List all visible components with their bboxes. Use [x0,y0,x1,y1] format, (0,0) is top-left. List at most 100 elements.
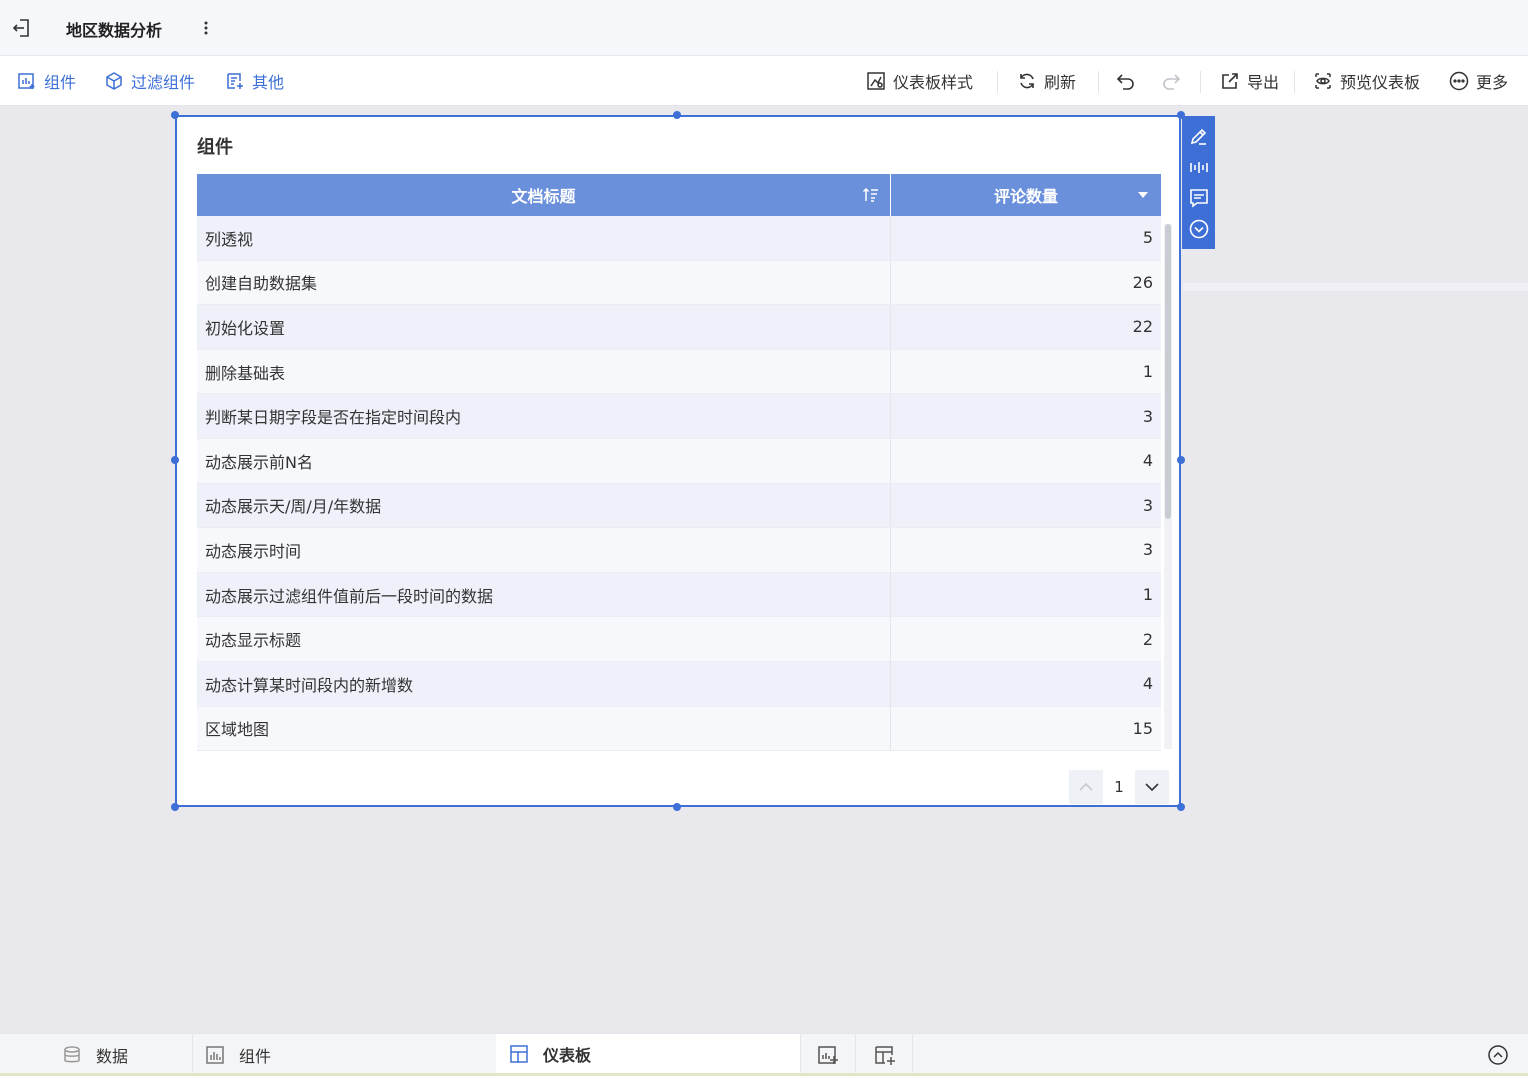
tab-data[interactable]: 数据 [62,1034,192,1076]
chevron-up-icon [1079,782,1093,791]
style-icon [867,72,885,90]
eye-icon [1315,73,1331,89]
cell-title: 动态展示前N名 [197,438,891,483]
more-circle-icon [1449,71,1469,91]
tab-data-label: 数据 [96,1047,129,1066]
resize-handle[interactable] [1177,803,1185,811]
tab-dashboard-label: 仪表板 [543,1046,592,1065]
chevron-up-circle-icon[interactable] [1487,1044,1509,1066]
table-header: 文档标题 评论数量 [197,174,1161,216]
resize-handle[interactable] [1177,456,1185,464]
table-row[interactable]: 列透视 5 [197,216,1161,261]
placeholder-strip [1183,283,1528,291]
data-table: 文档标题 评论数量 列透视 5 创建自助数据集 26 初始化设置 22 删除基础表 1 判断某日… [197,174,1161,752]
cell-title: 列透视 [197,216,891,260]
dashboard-style-label: 仪表板样式 [893,73,974,92]
title-bar: 地区数据分析 [0,0,1528,56]
cell-count: 4 [1142,674,1153,694]
cell-title: 判断某日期字段是否在指定时间段内 [197,394,891,438]
table-row[interactable]: 创建自助数据集 26 [197,260,1161,306]
table-row[interactable]: 动态展示过滤组件值前后一段时间的数据 1 [197,572,1161,618]
export-label: 导出 [1247,73,1280,92]
cell-title: 动态展示天/周/月/年数据 [197,483,891,528]
column-header-label: 评论数量 [993,187,1058,206]
table-widget[interactable]: 组件 文档标题 评论数量 列透视 5 创建自助数据集 26 初始化设置 22 删除基础表 1 判… [175,115,1181,807]
column-header-label: 文档标题 [511,187,576,206]
preview-dashboard-button[interactable]: 预览仪表板 [1313,56,1420,106]
refresh-icon [1020,73,1034,89]
scrollbar-thumb[interactable] [1165,224,1171,519]
add-dashboard-icon[interactable] [874,1044,896,1066]
more-vertical-icon[interactable] [198,18,214,38]
cell-count: 3 [1142,540,1153,560]
dashboard-style-button[interactable]: 仪表板样式 [866,56,973,106]
tab-divider [800,1034,801,1076]
table-row[interactable]: 判断某日期字段是否在指定时间段内 3 [197,394,1161,439]
cell-count: 1 [1142,362,1153,382]
redo-icon [1163,74,1181,90]
resize-handle[interactable] [171,803,179,811]
database-icon [64,1046,80,1063]
refresh-button[interactable]: 刷新 [1017,56,1076,106]
next-page-button[interactable] [1135,770,1169,804]
toolbar-divider [997,71,998,93]
column-header-title[interactable]: 文档标题 [197,174,891,216]
resize-handle[interactable] [171,456,179,464]
table-row[interactable]: 动态展示天/周/月/年数据 3 [197,483,1161,529]
resize-handle[interactable] [673,803,681,811]
other-button[interactable]: 其他 [225,56,284,106]
cell-title: 创建自助数据集 [197,260,891,305]
cell-title: 动态展示过滤组件值前后一段时间的数据 [197,572,891,617]
tab-divider [912,1034,913,1076]
tab-components-label: 组件 [239,1047,272,1066]
column-header-count[interactable]: 评论数量 [891,174,1161,216]
bottom-tab-bar: 数据 组件 仪表板 [0,1033,1528,1076]
cell-title: 删除基础表 [197,349,891,394]
table-row[interactable]: 动态展示前N名 4 [197,438,1161,484]
undo-button[interactable] [1116,56,1143,106]
table-row[interactable]: 删除基础表 1 [197,349,1161,395]
linkage-icon[interactable] [1188,156,1210,178]
vertical-scrollbar[interactable] [1164,224,1172,749]
toolbar-divider [1098,71,1099,93]
cell-title: 动态显示标题 [197,617,891,661]
table-row[interactable]: 动态展示时间 3 [197,528,1161,573]
table-body: 列透视 5 创建自助数据集 26 初始化设置 22 删除基础表 1 判断某日期字段是否在指定时间… [197,216,1161,752]
chevron-down-circle-icon[interactable] [1188,218,1210,240]
filter-components-button[interactable]: 过滤组件 [104,56,195,106]
table-row[interactable]: 区域地图 15 [197,706,1161,752]
tab-divider [855,1034,856,1076]
export-button[interactable]: 导出 [1220,56,1279,106]
components-button[interactable]: 组件 [17,56,76,106]
tab-dashboard[interactable]: 仪表板 [496,1034,800,1076]
cell-count: 1 [1142,585,1153,605]
filter-cube-icon [106,72,122,90]
toolbar: 组件 过滤组件 其他 仪表板样式 刷新 导出 预览仪表板 更多 [0,56,1528,106]
more-button[interactable]: 更多 [1449,56,1508,106]
other-label: 其他 [252,73,285,92]
resize-handle[interactable] [673,111,681,119]
resize-handle[interactable] [171,111,179,119]
prev-page-button[interactable] [1069,770,1103,804]
chart-add-icon [18,73,35,89]
page-title: 地区数据分析 [66,21,163,40]
exit-icon[interactable] [10,16,34,40]
tab-components[interactable]: 组件 [205,1034,495,1076]
pager: 1 [1069,770,1169,804]
toolbar-divider [1200,71,1201,93]
cell-count: 2 [1142,629,1153,649]
cell-count: 3 [1142,406,1153,426]
redo-button[interactable] [1161,56,1188,106]
edit-icon[interactable] [1188,125,1210,147]
caret-down-icon[interactable] [1137,190,1149,200]
components-label: 组件 [44,73,77,92]
undo-icon [1116,74,1134,90]
cell-title: 区域地图 [197,706,891,751]
add-component-icon[interactable] [817,1044,839,1066]
comment-icon[interactable] [1188,187,1210,209]
table-row[interactable]: 初始化设置 22 [197,305,1161,350]
sort-icon[interactable] [862,186,880,204]
table-row[interactable]: 动态计算某时间段内的新增数 4 [197,661,1161,707]
cell-count: 5 [1142,228,1153,248]
table-row[interactable]: 动态显示标题 2 [197,617,1161,662]
